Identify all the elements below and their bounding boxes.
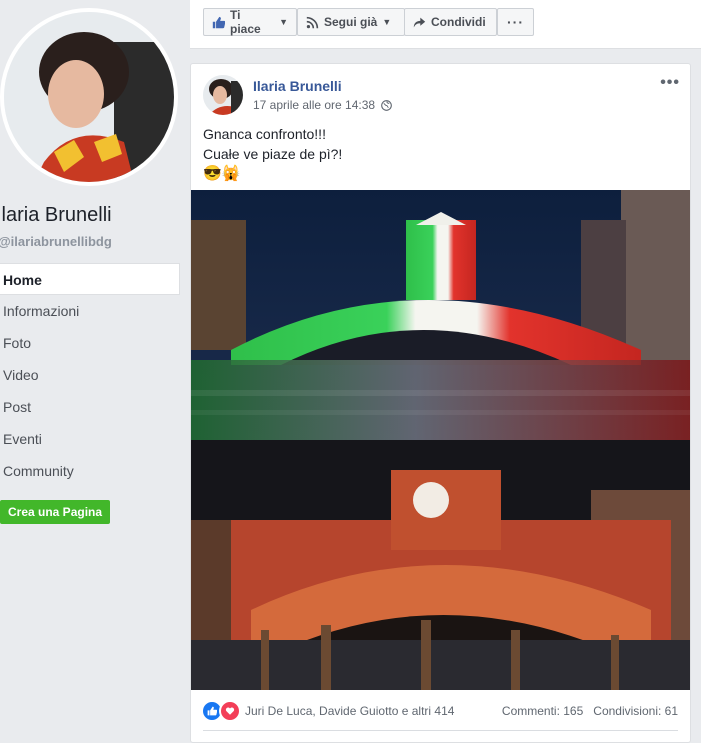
rss-icon [306, 16, 319, 28]
comments-count[interactable]: Commenti: 165 [502, 704, 583, 718]
post-author-avatar[interactable] [203, 75, 243, 115]
share-button[interactable]: Condividi [404, 8, 497, 36]
sidebar-nav: Home Informazioni Foto Video Post Eventi… [0, 263, 180, 487]
follow-button[interactable]: Segui già ▼ [297, 8, 405, 36]
sidebar-item-community[interactable]: Community [0, 455, 180, 487]
page-action-bar: Ti piace ▼ Segui già ▼ Condividi ··· [190, 0, 701, 49]
more-dots-icon: ··· [507, 14, 524, 30]
post-photo[interactable] [191, 190, 690, 690]
post-card: Ilaria Brunelli 17 aprile alle ore 14:38… [190, 63, 691, 743]
post-meta: 17 aprile alle ore 14:38 [253, 98, 392, 112]
shares-count[interactable]: Condivisioni: 61 [593, 704, 678, 718]
like-page-label: Ti piace [230, 8, 261, 36]
share-label: Condividi [431, 15, 486, 29]
post-author-name[interactable]: Ilaria Brunelli [253, 78, 342, 94]
post-text-line: Gnanca confronto!!! [203, 126, 326, 142]
page-handle[interactable]: @ilariabrunellibdg [0, 234, 112, 249]
reactions-summary[interactable]: Juri De Luca, Davide Guiotto e altri 414 [201, 700, 454, 722]
more-options-button[interactable]: ··· [497, 8, 534, 36]
like-page-button[interactable]: Ti piace ▼ [203, 8, 297, 36]
profile-picture[interactable] [0, 8, 178, 186]
post-timestamp[interactable]: 17 aprile alle ore 14:38 [253, 98, 375, 112]
post-emojis: 😎🙀 [203, 165, 241, 182]
page-sidebar: Ilaria Brunelli @ilariabrunellibdg Home … [0, 0, 188, 738]
sidebar-item-eventi[interactable]: Eventi [0, 423, 180, 455]
post-menu-icon[interactable]: ••• [660, 74, 680, 92]
follow-label: Segui già [324, 15, 378, 29]
page-name[interactable]: Ilaria Brunelli [0, 204, 112, 227]
sidebar-item-foto[interactable]: Foto [0, 327, 180, 359]
globe-icon[interactable] [381, 99, 392, 111]
share-arrow-icon [413, 17, 426, 27]
divider [203, 730, 678, 731]
reaction-names[interactable]: Juri De Luca, Davide Guiotto e altri 414 [245, 704, 454, 718]
post-stats: Commenti: 165 Condivisioni: 61 [502, 704, 678, 718]
create-page-button[interactable]: Crea una Pagina [0, 500, 111, 524]
love-reaction-icon [219, 700, 241, 722]
thumbs-up-icon [212, 16, 225, 28]
chevron-down-icon: ▼ [279, 17, 288, 27]
sidebar-item-video[interactable]: Video [0, 359, 180, 391]
post-text-line: Cuałe ve piaze de pì?! [203, 146, 343, 162]
chevron-down-icon: ▼ [382, 17, 392, 27]
sidebar-item-post[interactable]: Post [0, 391, 180, 423]
post-text: Gnanca confronto!!! Cuałe ve piaze de pì… [203, 124, 342, 184]
sidebar-item-informazioni[interactable]: Informazioni [0, 295, 180, 327]
sidebar-item-home[interactable]: Home [0, 263, 180, 295]
